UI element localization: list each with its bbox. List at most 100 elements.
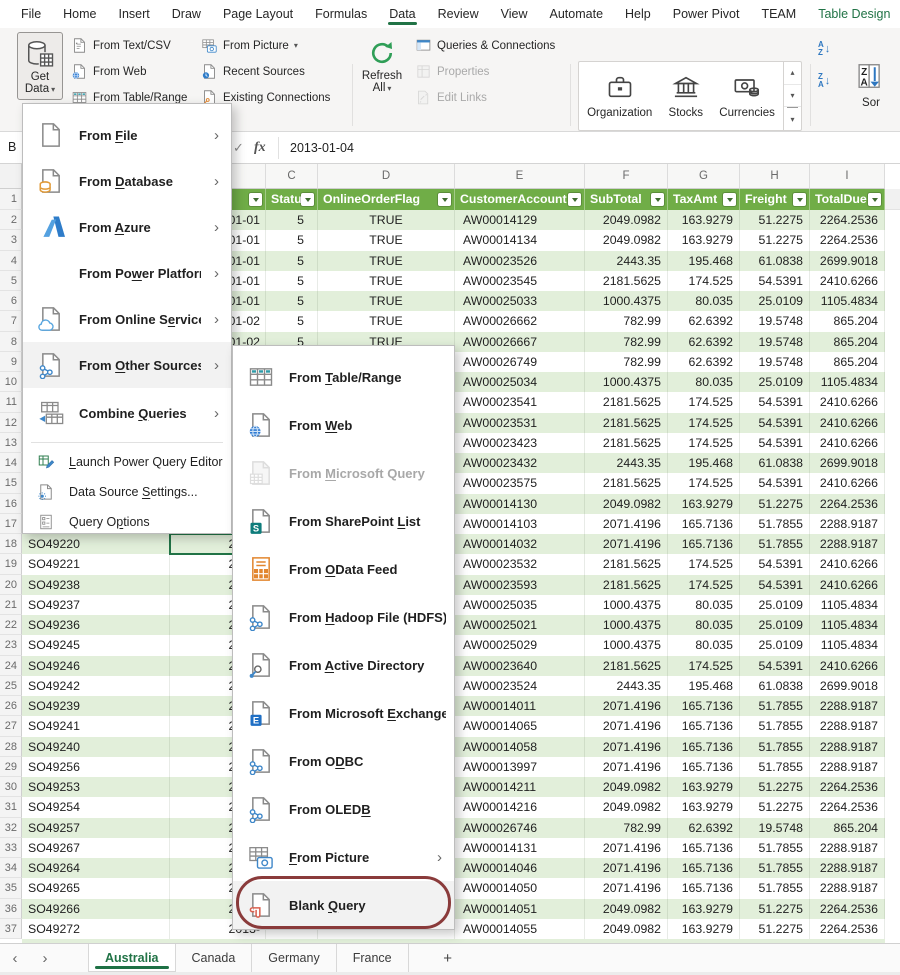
cell-to[interactable]: 2410.6266 — [810, 473, 885, 493]
cell-to[interactable]: 2288.9187 — [810, 514, 885, 534]
menu-item-from-table-range[interactable]: From Table/Range — [233, 353, 454, 401]
cell-to[interactable]: 2699.9018 — [810, 453, 885, 473]
cell-to[interactable]: 2288.9187 — [810, 878, 885, 898]
menu-item-from-active-directory[interactable]: From Active Directory — [233, 641, 454, 689]
cell-tx[interactable]: 195.468 — [668, 251, 740, 271]
cell-su[interactable]: 2071.4196 — [585, 757, 668, 777]
cell-tx[interactable]: 165.7136 — [668, 878, 740, 898]
sheet-tab-germany[interactable]: Germany — [252, 944, 336, 972]
cell-tx[interactable]: 80.035 — [668, 291, 740, 311]
cell-fr[interactable]: 51.7855 — [740, 696, 810, 716]
cell-fr[interactable]: 51.2275 — [740, 230, 810, 250]
cell-su[interactable]: 2071.4196 — [585, 696, 668, 716]
cell-to[interactable]: 2288.9187 — [810, 534, 885, 554]
cell-tx[interactable]: 163.9279 — [668, 919, 740, 939]
cell-su[interactable]: 2071.4196 — [585, 737, 668, 757]
cell-fr[interactable]: 19.5748 — [740, 352, 810, 372]
menu-item-from-picture[interactable]: From Picture› — [233, 833, 454, 881]
filter-dropdown-icon[interactable] — [651, 193, 664, 206]
cell-to[interactable]: 2264.2536 — [810, 210, 885, 230]
column-letter-i[interactable]: I — [810, 164, 885, 189]
cell-ac[interactable]: AW00025035 — [455, 595, 585, 615]
cell-tx[interactable]: 195.468 — [668, 676, 740, 696]
filter-dropdown-icon[interactable] — [249, 193, 262, 206]
cell-ac[interactable]: AW00013997 — [455, 757, 585, 777]
cell-a[interactable]: SO49220 — [22, 534, 170, 554]
menu-item-from-database[interactable]: From Database› — [23, 158, 231, 204]
cell-to[interactable]: 2410.6266 — [810, 392, 885, 412]
cell-fr[interactable]: 19.5748 — [740, 311, 810, 331]
cell-tx[interactable]: 163.9279 — [668, 494, 740, 514]
cell-ac[interactable]: AW00026667 — [455, 332, 585, 352]
cell-a[interactable]: SO49242 — [22, 676, 170, 696]
cell-ac[interactable]: AW00025033 — [455, 291, 585, 311]
cell-a[interactable]: SO49257 — [22, 818, 170, 838]
cell-ac[interactable]: AW00014131 — [455, 838, 585, 858]
row-number[interactable]: 27 — [0, 716, 22, 736]
from-picture-button[interactable]: From Picture▾ — [198, 34, 333, 57]
cell-ac[interactable]: AW00023593 — [455, 575, 585, 595]
refresh-all-button[interactable]: Refresh All▾ — [356, 32, 408, 100]
cell-fr[interactable]: 51.2275 — [740, 899, 810, 919]
cell-su[interactable]: 1000.4375 — [585, 635, 668, 655]
menu-item-combine-queries[interactable]: Combine Queries› — [23, 388, 231, 438]
cell-tx[interactable]: 174.525 — [668, 473, 740, 493]
cell-ac[interactable]: AW00014011 — [455, 696, 585, 716]
cell-to[interactable]: 1105.4834 — [810, 372, 885, 392]
cell-to[interactable]: 2288.9187 — [810, 696, 885, 716]
cell-su[interactable]: 1000.4375 — [585, 595, 668, 615]
ribbon-tab-review[interactable]: Review — [427, 1, 490, 28]
cell-fr[interactable]: 51.2275 — [740, 797, 810, 817]
row-number[interactable]: 9 — [0, 352, 22, 372]
cell-a[interactable]: SO49221 — [22, 554, 170, 574]
table-header-subtotal[interactable]: SubTotal — [585, 189, 668, 210]
cell-tx[interactable]: 163.9279 — [668, 777, 740, 797]
cell-ac[interactable]: AW00014134 — [455, 230, 585, 250]
column-letter-d[interactable]: D — [318, 164, 455, 189]
cell-fr[interactable]: 25.0109 — [740, 595, 810, 615]
cell-to[interactable]: 865.204 — [810, 311, 885, 331]
cell-to[interactable]: 2288.9187 — [810, 757, 885, 777]
row-number[interactable]: 17 — [0, 514, 22, 534]
cell-fr[interactable]: 51.7855 — [740, 716, 810, 736]
ribbon-tab-help[interactable]: Help — [614, 1, 662, 28]
cell-su[interactable]: 2049.0982 — [585, 899, 668, 919]
row-number[interactable]: 2 — [0, 210, 22, 230]
cell-tx[interactable]: 174.525 — [668, 413, 740, 433]
cell-to[interactable]: 2410.6266 — [810, 656, 885, 676]
insert-function-icon[interactable]: fx — [254, 132, 266, 164]
cell-tx[interactable]: 174.525 — [668, 433, 740, 453]
cell-st[interactable]: 5 — [266, 251, 318, 271]
cell-ac[interactable]: AW00023575 — [455, 473, 585, 493]
cell-su[interactable]: 1000.4375 — [585, 291, 668, 311]
cell-tx[interactable]: 62.6392 — [668, 352, 740, 372]
ribbon-tab-view[interactable]: View — [490, 1, 539, 28]
cell-su[interactable]: 782.99 — [585, 332, 668, 352]
row-number[interactable]: 3 — [0, 230, 22, 250]
cell-fr[interactable]: 51.2275 — [740, 210, 810, 230]
cell-fr[interactable]: 61.0838 — [740, 453, 810, 473]
menu-item-from-odbc[interactable]: From ODBC — [233, 737, 454, 785]
cell-fr[interactable]: 25.0109 — [740, 372, 810, 392]
cell-to[interactable]: 2264.2536 — [810, 797, 885, 817]
cell-ac[interactable]: AW00014055 — [455, 919, 585, 939]
menu-item-from-oledb[interactable]: From OLEDB — [233, 785, 454, 833]
cell-tx[interactable]: 165.7136 — [668, 737, 740, 757]
cell-su[interactable]: 782.99 — [585, 311, 668, 331]
prev-sheet-icon[interactable]: ‹ — [0, 944, 30, 972]
cell-a[interactable]: SO49267 — [22, 838, 170, 858]
cell-tx[interactable]: 80.035 — [668, 635, 740, 655]
cell-tx[interactable]: 195.468 — [668, 453, 740, 473]
cell-ac[interactable]: AW00023541 — [455, 392, 585, 412]
cell-to[interactable]: 2264.2536 — [810, 230, 885, 250]
filter-dropdown-icon[interactable] — [868, 193, 881, 206]
cell-fr[interactable]: 61.0838 — [740, 251, 810, 271]
ribbon-tab-power-pivot[interactable]: Power Pivot — [662, 1, 751, 28]
row-number[interactable]: 4 — [0, 251, 22, 271]
cell-ac[interactable]: AW00023532 — [455, 554, 585, 574]
row-number[interactable]: 1 — [0, 189, 22, 210]
cell-st[interactable]: 5 — [266, 210, 318, 230]
cell-to[interactable]: 2699.9018 — [810, 251, 885, 271]
row-number[interactable]: 20 — [0, 575, 22, 595]
filter-dropdown-icon[interactable] — [301, 193, 314, 206]
